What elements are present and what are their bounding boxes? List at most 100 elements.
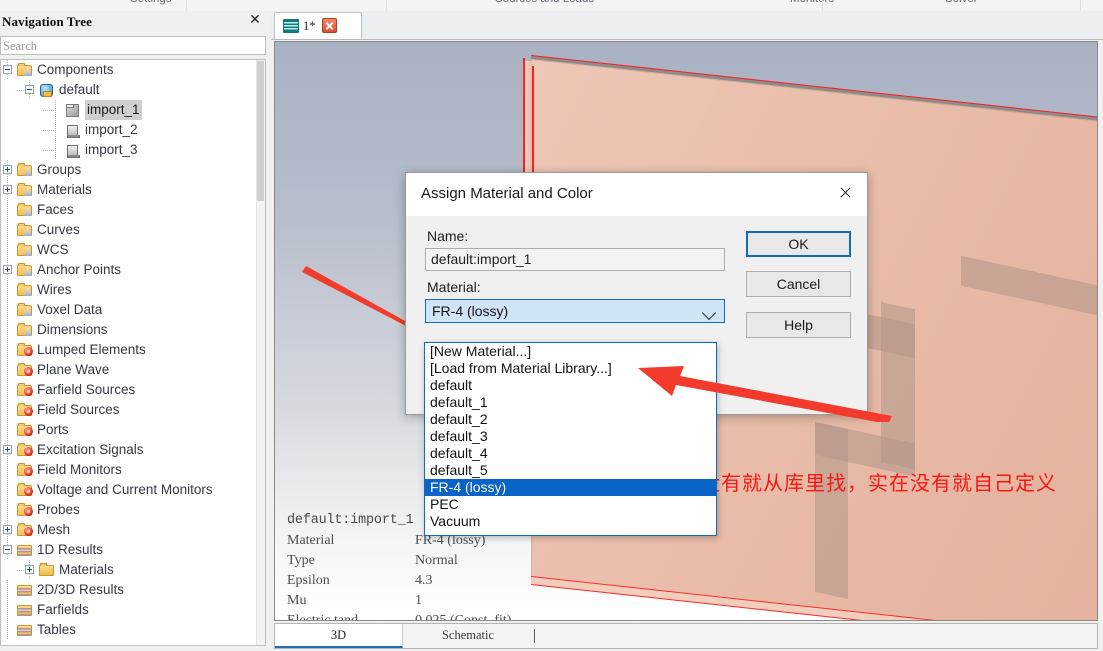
dropdown-option[interactable]: Vacuum xyxy=(425,513,716,530)
tree-item-label: Groups xyxy=(37,162,82,177)
tree-item-tables[interactable]: Tables xyxy=(1,620,265,640)
tree-item-components[interactable]: Components xyxy=(1,60,265,80)
tree-guide xyxy=(43,150,54,151)
property-value: Normal xyxy=(415,553,458,568)
tree-item-dimensions[interactable]: Dimensions xyxy=(1,320,265,340)
tree-item-import-1[interactable]: import_1 xyxy=(1,100,265,120)
close-icon[interactable] xyxy=(322,18,337,33)
tree-expander-plus-icon[interactable] xyxy=(3,165,12,174)
folder-blue-badge xyxy=(17,203,33,217)
tree-guide xyxy=(55,140,56,160)
tab-schematic[interactable]: Schematic xyxy=(404,624,532,648)
tree-item-default[interactable]: default xyxy=(1,80,265,100)
tree-expander-minus-icon[interactable] xyxy=(25,85,34,94)
dropdown-option[interactable]: default_5 xyxy=(425,462,716,479)
dropdown-option[interactable]: default xyxy=(425,377,716,394)
ok-button[interactable]: OK xyxy=(746,231,851,257)
folder-red-badge xyxy=(17,403,33,417)
folder-blue-badge xyxy=(17,323,33,337)
tree-scrollbar-thumb[interactable] xyxy=(257,61,264,201)
folder-red-badge xyxy=(17,423,33,437)
tree-item-label: import_1 xyxy=(85,100,142,120)
tree-item-excitation-signals[interactable]: Excitation Signals xyxy=(1,440,265,460)
search-input[interactable]: Search xyxy=(0,36,266,55)
results-icon xyxy=(17,623,33,637)
chevron-down-icon[interactable] xyxy=(701,305,717,321)
tree-item-mesh[interactable]: Mesh xyxy=(1,520,265,540)
tree-expander-plus-icon[interactable] xyxy=(3,525,12,534)
tree-item-ports[interactable]: Ports xyxy=(1,420,265,440)
close-icon[interactable]: ✕ xyxy=(248,13,262,28)
tree-item-faces[interactable]: Faces xyxy=(1,200,265,220)
dropdown-option[interactable]: default_2 xyxy=(425,411,716,428)
tree-item-label: Materials xyxy=(37,182,92,197)
property-key: Electric tand xyxy=(287,613,359,621)
folder-blue-badge xyxy=(17,63,33,77)
material-combobox[interactable]: FR-4 (lossy) xyxy=(425,299,725,323)
tree-item-label: Voltage and Current Monitors xyxy=(37,482,213,497)
tree-item-farfield-sources[interactable]: Farfield Sources xyxy=(1,380,265,400)
tree-expander-plus-icon[interactable] xyxy=(3,265,12,274)
tree-item-field-sources[interactable]: Field Sources xyxy=(1,400,265,420)
tree-item-anchor-points[interactable]: Anchor Points xyxy=(1,260,265,280)
material-dropdown-list[interactable]: [New Material...] [Load from Material Lib… xyxy=(424,342,717,536)
property-row: Material FR-4 (lossy) xyxy=(287,533,577,553)
folder-red-badge xyxy=(17,463,33,477)
tree-item-import-3[interactable]: import_3 xyxy=(1,140,265,160)
tree-expander-plus-icon[interactable] xyxy=(3,445,12,454)
tree-item-1d-results[interactable]: 1D Results xyxy=(1,540,265,560)
dropdown-option[interactable]: [New Material...] xyxy=(425,343,716,360)
property-row: Type Normal xyxy=(287,553,577,573)
dropdown-option[interactable]: FR-4 (lossy) xyxy=(425,479,716,496)
tree-item-wcs[interactable]: WCS xyxy=(1,240,265,260)
close-icon[interactable] xyxy=(831,181,859,205)
folder-plain xyxy=(39,563,55,577)
cancel-button[interactable]: Cancel xyxy=(746,271,851,297)
tree-item-wires[interactable]: Wires xyxy=(1,280,265,300)
tab-document-1[interactable]: 1* xyxy=(274,12,362,39)
tree-item-label: Faces xyxy=(37,202,74,217)
tree-item-curves[interactable]: Curves xyxy=(1,220,265,240)
folder-blue-badge xyxy=(17,283,33,297)
navigation-tree[interactable]: Components default import_1 import_2 import_… xyxy=(0,59,266,646)
tree-guide xyxy=(7,500,8,520)
tree-item-groups[interactable]: Groups xyxy=(1,160,265,180)
tree-expander-minus-icon[interactable] xyxy=(3,545,12,554)
tree-item-materials[interactable]: Materials xyxy=(1,560,265,580)
tree-expander-plus-icon[interactable] xyxy=(25,565,34,574)
dropdown-option[interactable]: default_1 xyxy=(425,394,716,411)
tree-item-field-monitors[interactable]: Field Monitors xyxy=(1,460,265,480)
tree-item-voxel-data[interactable]: Voxel Data xyxy=(1,300,265,320)
property-key: Epsilon xyxy=(287,573,330,588)
folder-blue-badge xyxy=(17,163,33,177)
folder-red-badge xyxy=(17,363,33,377)
text-caret xyxy=(534,629,535,643)
tree-item-import-2[interactable]: import_2 xyxy=(1,120,265,140)
tree-scrollbar[interactable] xyxy=(256,60,265,645)
tree-item-label: Ports xyxy=(37,422,69,437)
tree-expander-plus-icon[interactable] xyxy=(3,185,12,194)
tree-item-probes[interactable]: Probes xyxy=(1,500,265,520)
dropdown-option[interactable]: default_3 xyxy=(425,428,716,445)
tree-item-materials[interactable]: Materials xyxy=(1,180,265,200)
tree-item-farfields[interactable]: Farfields xyxy=(1,600,265,620)
tree-guide xyxy=(7,300,8,320)
tree-item-voltage-and-current-monitors[interactable]: Voltage and Current Monitors xyxy=(1,480,265,500)
tab-3d[interactable]: 3D xyxy=(275,624,403,648)
folder-red-badge xyxy=(17,443,33,457)
tree-item-2d-3d-results[interactable]: 2D/3D Results xyxy=(1,580,265,600)
navigation-tree-panel: Navigation Tree ✕ Search Components defau… xyxy=(0,11,271,651)
tree-guide xyxy=(7,400,8,420)
dropdown-option[interactable]: default_4 xyxy=(425,445,716,462)
results-icon xyxy=(17,543,33,557)
tree-expander-minus-icon[interactable] xyxy=(3,65,12,74)
name-field[interactable]: default:import_1 xyxy=(425,248,725,271)
property-key: Material xyxy=(287,533,335,548)
search-placeholder: Search xyxy=(3,39,38,53)
tree-item-label: Voxel Data xyxy=(37,302,103,317)
dropdown-option[interactable]: [Load from Material Library...] xyxy=(425,360,716,377)
tree-item-lumped-elements[interactable]: Lumped Elements xyxy=(1,340,265,360)
dropdown-option[interactable]: PEC xyxy=(425,496,716,513)
help-button[interactable]: Help xyxy=(746,312,851,338)
tree-item-plane-wave[interactable]: Plane Wave xyxy=(1,360,265,380)
